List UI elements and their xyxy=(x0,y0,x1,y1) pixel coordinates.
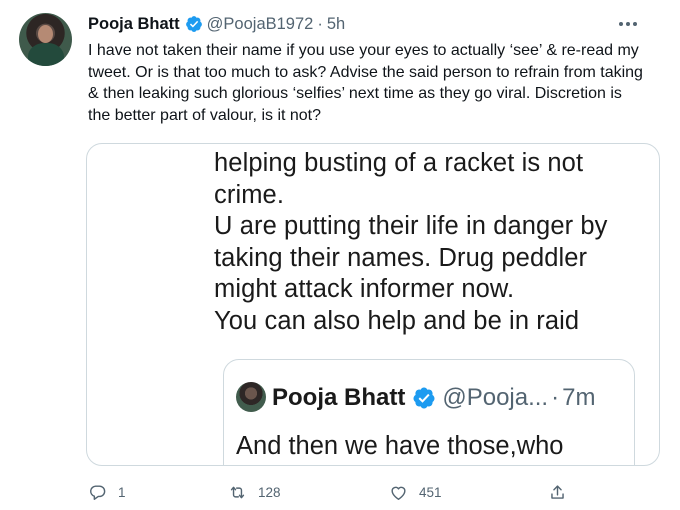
quoted-timestamp: 7m xyxy=(562,384,596,411)
media-text-line: U are putting their life in danger by xyxy=(214,212,608,240)
quoted-tweet-text: And then we have those,who xyxy=(236,432,564,460)
more-options-button[interactable] xyxy=(614,12,642,36)
tweet-timestamp[interactable]: 5h xyxy=(327,15,345,34)
avatar-body xyxy=(28,43,64,66)
media-text: helping busting of a racket is not crime… xyxy=(214,148,654,337)
more-options-icon-dot xyxy=(626,22,630,26)
like-button[interactable]: 451 xyxy=(389,478,442,506)
reply-icon xyxy=(90,484,106,500)
retweet-button[interactable]: 128 xyxy=(228,478,281,506)
tweet-text: I have not taken their name if you use y… xyxy=(88,42,643,124)
more-options-icon xyxy=(619,22,623,26)
media-text-line: might attack informer now. xyxy=(214,275,515,303)
reply-button[interactable]: 1 xyxy=(88,478,126,506)
verified-badge-icon xyxy=(413,387,435,409)
header-separator: · xyxy=(317,14,323,33)
retweet-count: 128 xyxy=(258,484,281,500)
quoted-display-name: Pooja Bhatt xyxy=(272,384,406,411)
share-button[interactable] xyxy=(548,478,567,506)
tweet-media[interactable]: helping busting of a racket is not crime… xyxy=(86,143,660,466)
more-options-icon-dot xyxy=(633,22,637,26)
quoted-tweet-card: Pooja Bhatt @Pooja... · 7m And then we h… xyxy=(223,359,635,465)
reply-count: 1 xyxy=(118,484,126,500)
tweet-card[interactable]: Pooja Bhatt @PoojaB1972 · 5h I have not … xyxy=(0,0,680,510)
retweet-icon xyxy=(230,486,245,498)
tweet-actions: 1 128 451 xyxy=(0,478,680,506)
avatar[interactable] xyxy=(19,13,72,66)
author-display-name[interactable]: Pooja Bhatt xyxy=(88,15,180,34)
quoted-avatar xyxy=(236,382,266,412)
like-count: 451 xyxy=(419,484,442,500)
author-handle[interactable]: @PoojaB1972 xyxy=(207,15,314,34)
quoted-separator: · xyxy=(551,384,560,411)
media-text-line: taking their names. Drug peddler xyxy=(214,243,588,272)
share-icon xyxy=(551,484,564,499)
media-screenshot: helping busting of a racket is not crime… xyxy=(214,144,654,465)
quoted-handle: @Pooja... xyxy=(442,384,549,411)
tweet-header: Pooja Bhatt @PoojaB1972 · 5h xyxy=(88,14,345,34)
media-text-line: helping busting of a racket is not xyxy=(214,149,584,177)
verified-badge-icon xyxy=(185,16,202,32)
media-text-line: crime. xyxy=(214,180,285,209)
avatar-face xyxy=(38,25,53,43)
heart-icon xyxy=(391,486,406,500)
quoted-tweet-header: Pooja Bhatt @Pooja... · 7m xyxy=(272,382,595,414)
media-text-line: You can also help and be in raid xyxy=(214,306,580,335)
